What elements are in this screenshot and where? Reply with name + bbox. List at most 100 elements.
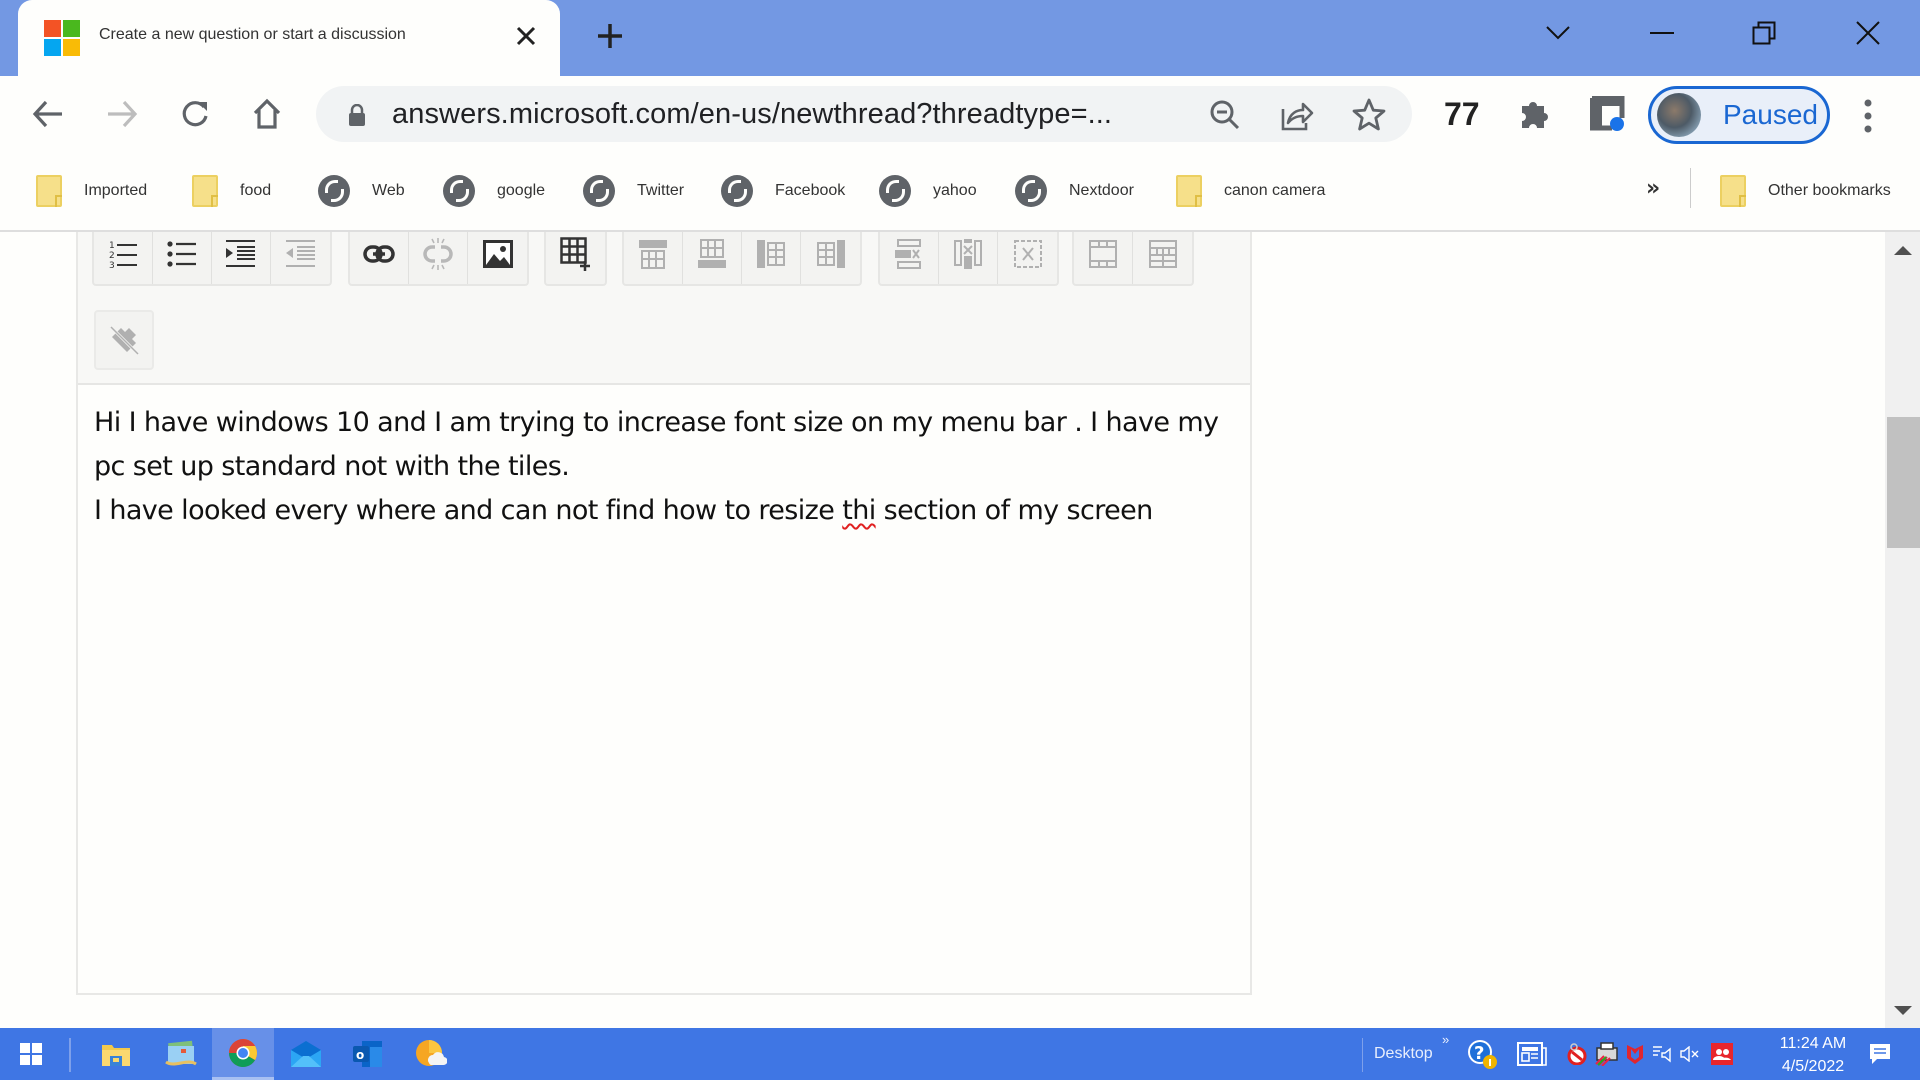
insert-table-button[interactable] <box>546 232 605 284</box>
insert-row-above-button[interactable] <box>624 232 683 284</box>
numbered-list-button[interactable]: 123 <box>94 232 153 284</box>
globe-icon <box>721 175 753 207</box>
window-close-icon[interactable] <box>1838 10 1898 56</box>
desktop-toolbar-label[interactable]: Desktop <box>1374 1045 1433 1063</box>
extension-icon[interactable] <box>1588 94 1628 134</box>
browser-tab-active[interactable]: Create a new question or start a discuss… <box>18 0 560 76</box>
taskbar-weather[interactable] <box>400 1028 462 1080</box>
tab-close-icon[interactable] <box>508 20 544 56</box>
unlink-icon <box>423 238 453 270</box>
restore-icon[interactable] <box>1734 10 1794 56</box>
share-icon[interactable] <box>1280 98 1314 132</box>
mcafee-shield-icon <box>1627 1045 1643 1064</box>
outdent-button[interactable] <box>271 232 330 284</box>
row-above-icon <box>639 240 667 269</box>
address-bar[interactable]: answers.microsoft.com/en-us/newthread?th… <box>316 86 1412 142</box>
browser-toolbar: answers.microsoft.com/en-us/newthread?th… <box>0 76 1920 152</box>
bookmark-food[interactable]: food <box>192 174 271 208</box>
bookmark-imported[interactable]: Imported <box>36 174 147 208</box>
insert-column-left-button[interactable] <box>742 232 801 284</box>
row-column-group <box>622 232 862 286</box>
taskbar-mail[interactable] <box>275 1028 337 1080</box>
tab-search-chevron-icon[interactable] <box>1528 10 1588 56</box>
tray-help[interactable]: ? <box>1462 1028 1502 1080</box>
new-tab-button[interactable] <box>590 18 630 58</box>
arrow-right-icon <box>108 100 138 128</box>
insert-link-button[interactable] <box>350 232 409 284</box>
bookmark-yahoo[interactable]: yahoo <box>879 174 977 208</box>
tray-no-entry[interactable] <box>1564 1028 1590 1080</box>
bookmark-other-bookmarks[interactable]: Other bookmarks <box>1720 174 1891 208</box>
tray-people[interactable] <box>1708 1028 1736 1080</box>
remove-formatting-button[interactable] <box>94 310 154 370</box>
tray-volume-muted[interactable] <box>1678 1028 1702 1080</box>
bookmark-web[interactable]: Web <box>318 174 405 208</box>
lock-icon[interactable] <box>348 103 366 130</box>
tray-network[interactable] <box>1650 1028 1674 1080</box>
notifications-icon <box>1870 1044 1890 1064</box>
desktop-toolbar-overflow[interactable]: » <box>1442 1032 1449 1047</box>
svg-text:3: 3 <box>109 261 115 269</box>
start-button[interactable] <box>0 1028 62 1080</box>
bookmark-nextdoor[interactable]: Nextdoor <box>1015 174 1134 208</box>
tray-printer[interactable] <box>1592 1028 1622 1080</box>
scrollbar-thumb[interactable] <box>1887 417 1920 548</box>
action-center-button[interactable] <box>1862 1028 1898 1080</box>
taskbar-outlook[interactable]: o <box>337 1028 399 1080</box>
indent-button[interactable] <box>212 232 271 284</box>
insert-image-button[interactable] <box>468 232 527 284</box>
scroll-up-arrow-icon[interactable] <box>1894 246 1912 255</box>
tray-news[interactable] <box>1512 1028 1552 1080</box>
zoom-out-icon[interactable] <box>1208 98 1242 132</box>
reload-button[interactable] <box>175 94 215 134</box>
tray-mcafee[interactable] <box>1624 1028 1646 1080</box>
bulleted-list-button[interactable] <box>153 232 212 284</box>
tab-strip: Create a new question or start a discuss… <box>0 0 1920 76</box>
bookmark-canon-camera[interactable]: canon camera <box>1176 174 1325 208</box>
column-left-icon <box>757 240 785 268</box>
editor-text: I have looked every where and can not fi… <box>94 495 843 526</box>
table-header-button[interactable] <box>1074 232 1133 284</box>
page-scrollbar[interactable] <box>1885 232 1920 1028</box>
taskbar-chrome[interactable] <box>212 1028 274 1080</box>
table-properties-icon <box>1148 240 1177 268</box>
scroll-down-arrow-icon[interactable] <box>1894 1006 1912 1015</box>
table-header-icon <box>1089 240 1117 268</box>
back-button[interactable] <box>28 94 68 134</box>
taskbar-file-explorer[interactable] <box>85 1028 147 1080</box>
bookmark-twitter[interactable]: Twitter <box>583 174 684 208</box>
clock-date: 4/5/2022 <box>1781 1058 1845 1075</box>
reload-icon <box>182 101 208 127</box>
forward-button[interactable] <box>102 94 142 134</box>
taskbar-mail-classic[interactable] <box>150 1028 212 1080</box>
tab-title: Create a new question or start a discuss… <box>99 26 406 43</box>
minimize-icon[interactable] <box>1632 10 1692 56</box>
microsoft-logo-icon <box>44 20 80 56</box>
unlink-button[interactable] <box>409 232 468 284</box>
menu-kebab-icon[interactable] <box>1858 98 1878 134</box>
bookmarks-bar: Imported food Web google Twitter Faceboo… <box>0 152 1920 232</box>
delete-column-button[interactable] <box>939 232 998 284</box>
table-properties-button[interactable] <box>1133 232 1192 284</box>
bookmark-google[interactable]: google <box>443 174 545 208</box>
taskbar-clock[interactable]: 11:24 AM 4/5/2022 <box>1758 1032 1868 1078</box>
star-icon[interactable] <box>1352 98 1386 132</box>
editor-toolbar: 123 <box>78 232 1250 385</box>
insert-row-below-button[interactable] <box>683 232 742 284</box>
arrow-left-icon <box>32 100 62 128</box>
delete-row-button[interactable] <box>880 232 939 284</box>
editor-content[interactable]: Hi I have windows 10 and I am trying to … <box>78 385 1250 533</box>
extensions-puzzle-icon[interactable] <box>1515 94 1555 134</box>
editor-paragraph: I have looked every where and can not fi… <box>94 489 1234 533</box>
weather-icon <box>416 1040 447 1066</box>
bookmarks-overflow-button[interactable]: » <box>1646 176 1660 201</box>
insert-column-right-button[interactable] <box>801 232 860 284</box>
folder-icon <box>1176 175 1202 207</box>
url-text[interactable]: answers.microsoft.com/en-us/newthread?th… <box>392 98 1112 131</box>
misspelled-word[interactable]: thi <box>842 495 876 526</box>
home-button[interactable] <box>247 94 287 134</box>
bookmark-facebook[interactable]: Facebook <box>721 174 845 208</box>
extension-badge-count[interactable]: 77 <box>1444 96 1480 133</box>
profile-button[interactable]: Paused <box>1648 86 1830 144</box>
delete-table-button[interactable] <box>998 232 1057 284</box>
